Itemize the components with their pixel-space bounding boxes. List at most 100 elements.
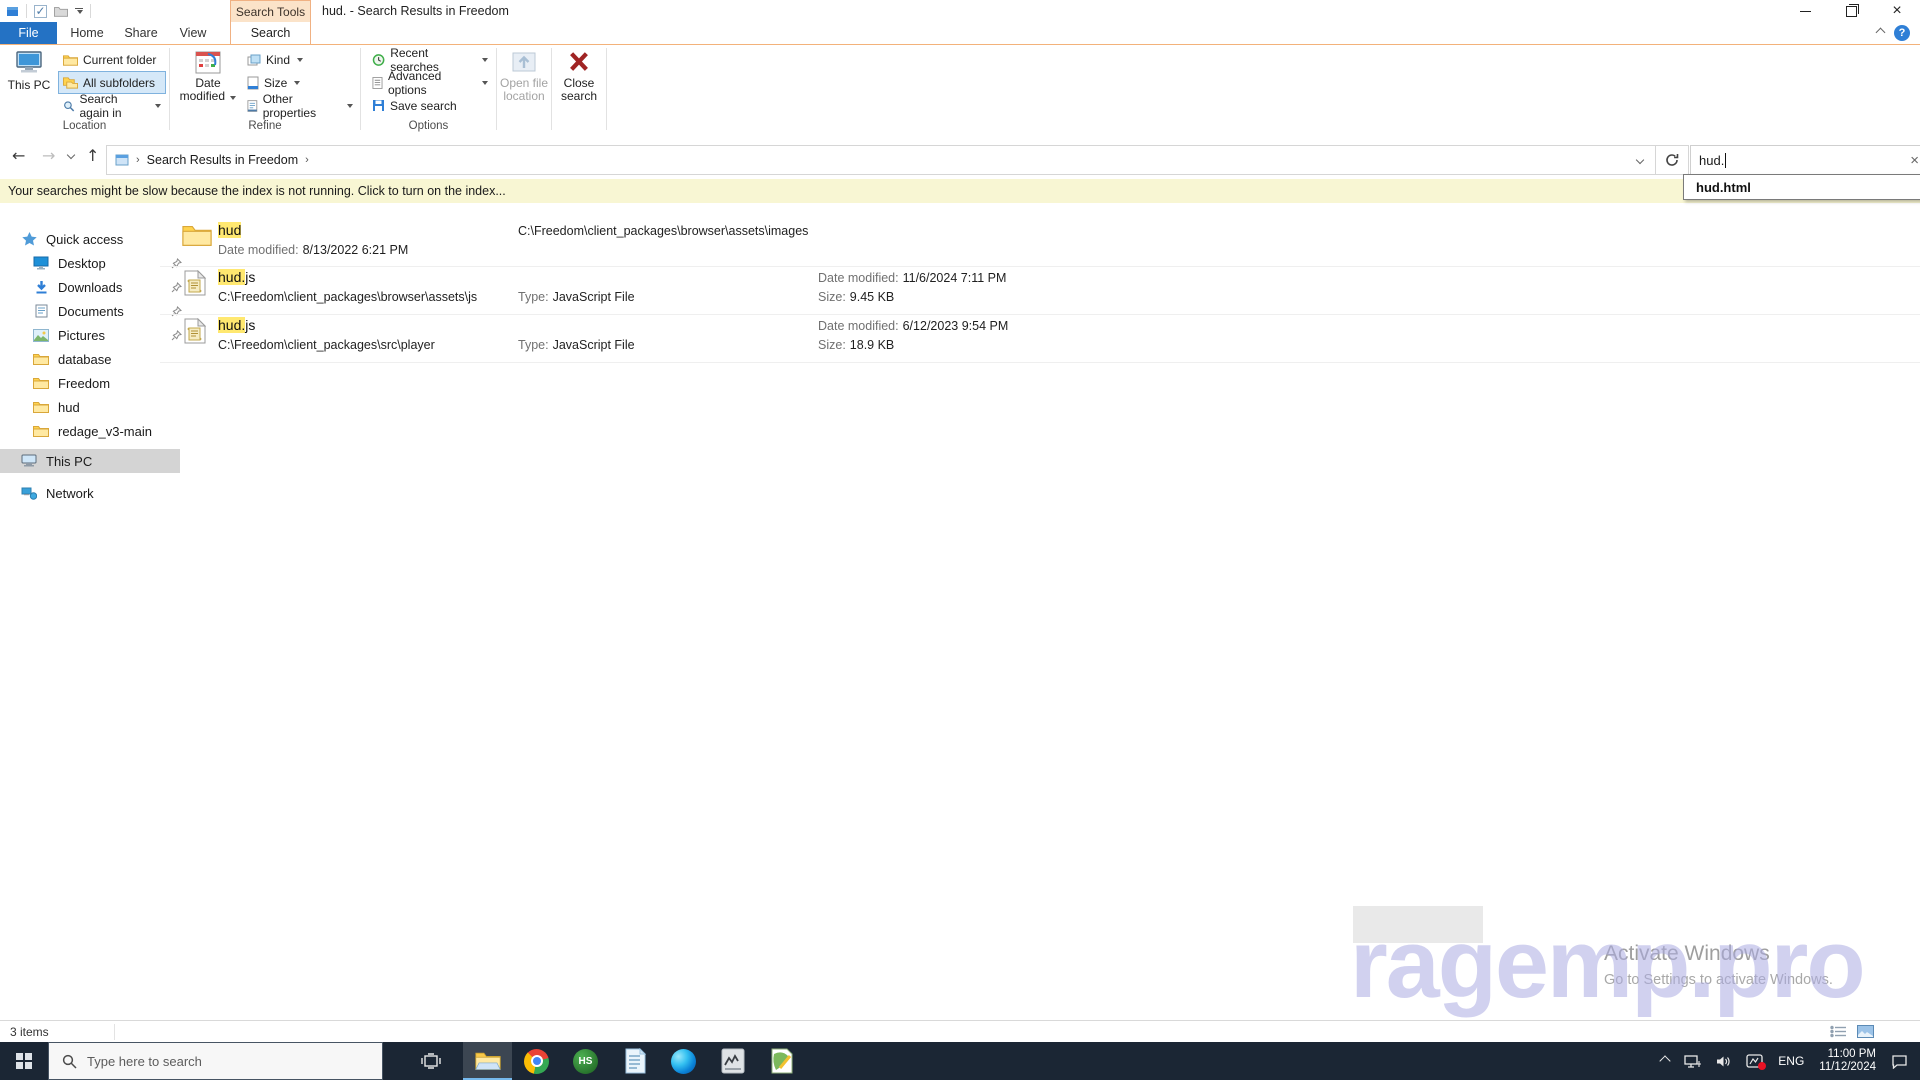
folder-icon [182,223,212,247]
minimize-button[interactable] [1782,0,1828,22]
taskbar-icon-notepad-plus-plus[interactable] [757,1042,806,1080]
language-indicator[interactable]: ENG [1778,1054,1804,1068]
desktop-screen: ✓ Search Tools hud. - Search Results in … [0,0,1920,1080]
kind-button[interactable]: Kind [242,48,358,71]
folder-icon [32,353,50,365]
result-name[interactable]: hud.js [218,269,255,285]
index-warning-text: Your searches might be slow because the … [8,184,506,198]
address-bar[interactable]: › Search Results in Freedom › [106,145,1656,175]
sidebar-item-network[interactable]: Network [0,481,180,505]
ragemp-watermark: ragemp.pro [1350,909,1866,1018]
save-search-button[interactable]: Save search [367,94,493,117]
taskbar-date: 11/12/2024 [1819,1061,1876,1073]
refresh-button[interactable] [1656,145,1689,175]
dropdown-caret-icon [294,80,301,85]
search-icon [64,100,75,111]
notepad-plus-plus-icon [771,1048,792,1074]
taskbar-icon-hs[interactable]: HS [561,1042,610,1080]
dropdown-caret-icon [230,96,237,100]
search-input[interactable]: hud. × [1690,145,1920,175]
notepad-icon [625,1048,646,1074]
items-count: 3 items [10,1025,49,1039]
tab-search[interactable]: Search [230,22,311,44]
back-icon[interactable]: ← [12,146,25,165]
text-cursor [1725,152,1727,168]
other-properties-button[interactable]: Other properties [242,92,358,120]
taskbar-search-input[interactable]: Type here to search [48,1042,383,1080]
this-pc-button[interactable]: This PC [6,47,52,112]
result-size: Size: 9.45 KB [818,290,895,304]
result-row[interactable]: hud.js C:\Freedom\client_packages\browse… [160,266,1920,315]
close-search-icon [570,52,588,71]
details-view-icon[interactable] [1830,1025,1847,1038]
taskbar-icon-file-explorer[interactable] [463,1042,512,1080]
taskbar-clock[interactable]: 11:00 PM 11/12/2024 [1819,1048,1876,1074]
tray-recorder-icon[interactable] [1746,1054,1767,1070]
result-path: C:\Freedom\client_packages\browser\asset… [218,290,478,304]
save-icon [373,100,384,111]
start-button[interactable] [0,1042,48,1080]
new-folder-icon[interactable] [54,6,68,17]
minimize-ribbon-icon[interactable] [1875,27,1886,38]
group-label-refine: Refine [248,120,282,132]
taskbar-icon-chrome[interactable] [512,1042,561,1080]
ribbon: This PC Current folder All subfolders Se… [0,45,1920,134]
open-file-location-button[interactable]: Open file location [497,47,551,112]
result-date-modified: Date modified: 11/6/2024 7:11 PM [818,271,1007,285]
close-search-button[interactable]: Close search [555,47,603,112]
taskbar-icon-text-editor[interactable] [610,1042,659,1080]
breadcrumb-item[interactable]: Search Results in Freedom [147,153,298,167]
result-name[interactable]: hud [218,222,242,238]
tab-home[interactable]: Home [62,22,112,44]
up-icon[interactable]: ↑ [86,146,99,165]
tray-network-icon[interactable] [1684,1054,1702,1068]
sidebar-item-quick-access[interactable]: Quick access [0,227,180,251]
tab-view[interactable]: View [170,22,216,44]
search-suggestion-item[interactable]: hud.html [1683,174,1920,200]
large-icons-view-icon[interactable] [1857,1025,1874,1038]
current-folder-button[interactable]: Current folder [58,48,166,71]
window-controls [1782,0,1920,22]
taskbar-icon-recorder-app[interactable] [708,1042,757,1080]
this-pc-icon [20,454,38,468]
help-icon[interactable]: ? [1894,25,1910,41]
taskbar-icon-edge[interactable] [659,1042,708,1080]
search-tools-contextual-tab[interactable]: Search Tools [230,0,311,23]
folder-icon [32,425,50,437]
advanced-options-button[interactable]: Advanced options [367,69,493,97]
ribbon-group-refine: Date modified Kind Size Other properties… [170,45,360,133]
restore-button[interactable] [1828,0,1874,22]
task-view-button[interactable] [407,1042,455,1080]
sidebar-item-this-pc[interactable]: This PC [0,449,180,473]
window-title: hud. - Search Results in Freedom [322,4,509,18]
date-modified-button[interactable]: Date modified [178,47,238,112]
tab-share[interactable]: Share [116,22,166,44]
index-warning-bar[interactable]: Your searches might be slow because the … [0,179,1920,204]
clear-search-icon[interactable]: × [1910,152,1919,169]
results-list: hud Date modified: 8/13/2022 6:21 PM C:\F… [160,203,1920,1020]
pictures-icon [32,328,50,342]
dropdown-caret-icon [347,103,353,108]
address-dropdown-icon[interactable] [1635,155,1645,165]
js-file-icon [184,270,206,296]
search-again-button[interactable]: Search again in [58,92,166,120]
customize-qat-icon[interactable] [75,8,83,14]
kind-icon [247,54,261,65]
action-center-icon[interactable] [1891,1054,1908,1069]
address-bar-row: ← → ↑ › Search Results in Freedom › hud.… [0,133,1920,180]
result-row[interactable]: hud.js C:\Freedom\client_packages\src\pl… [160,314,1920,363]
refresh-icon [1666,154,1679,166]
edge-icon [671,1048,696,1074]
tray-volume-icon[interactable] [1716,1055,1731,1068]
forward-icon[interactable]: → [42,146,55,165]
system-tray: ENG 11:00 PM 11/12/2024 [1659,1042,1920,1080]
tab-file[interactable]: File [0,22,57,44]
properties-icon[interactable]: ✓ [34,4,47,18]
history-dropdown-icon[interactable] [66,150,76,160]
tray-expand-icon[interactable] [1659,1055,1671,1067]
result-row[interactable]: hud Date modified: 8/13/2022 6:21 PM C:\F… [160,219,1920,267]
main-area: Quick access Desktop Downloads Documents… [0,203,1920,1020]
close-button[interactable] [1874,0,1920,22]
status-bar: 3 items [0,1020,1920,1043]
result-name[interactable]: hud.js [218,317,255,333]
